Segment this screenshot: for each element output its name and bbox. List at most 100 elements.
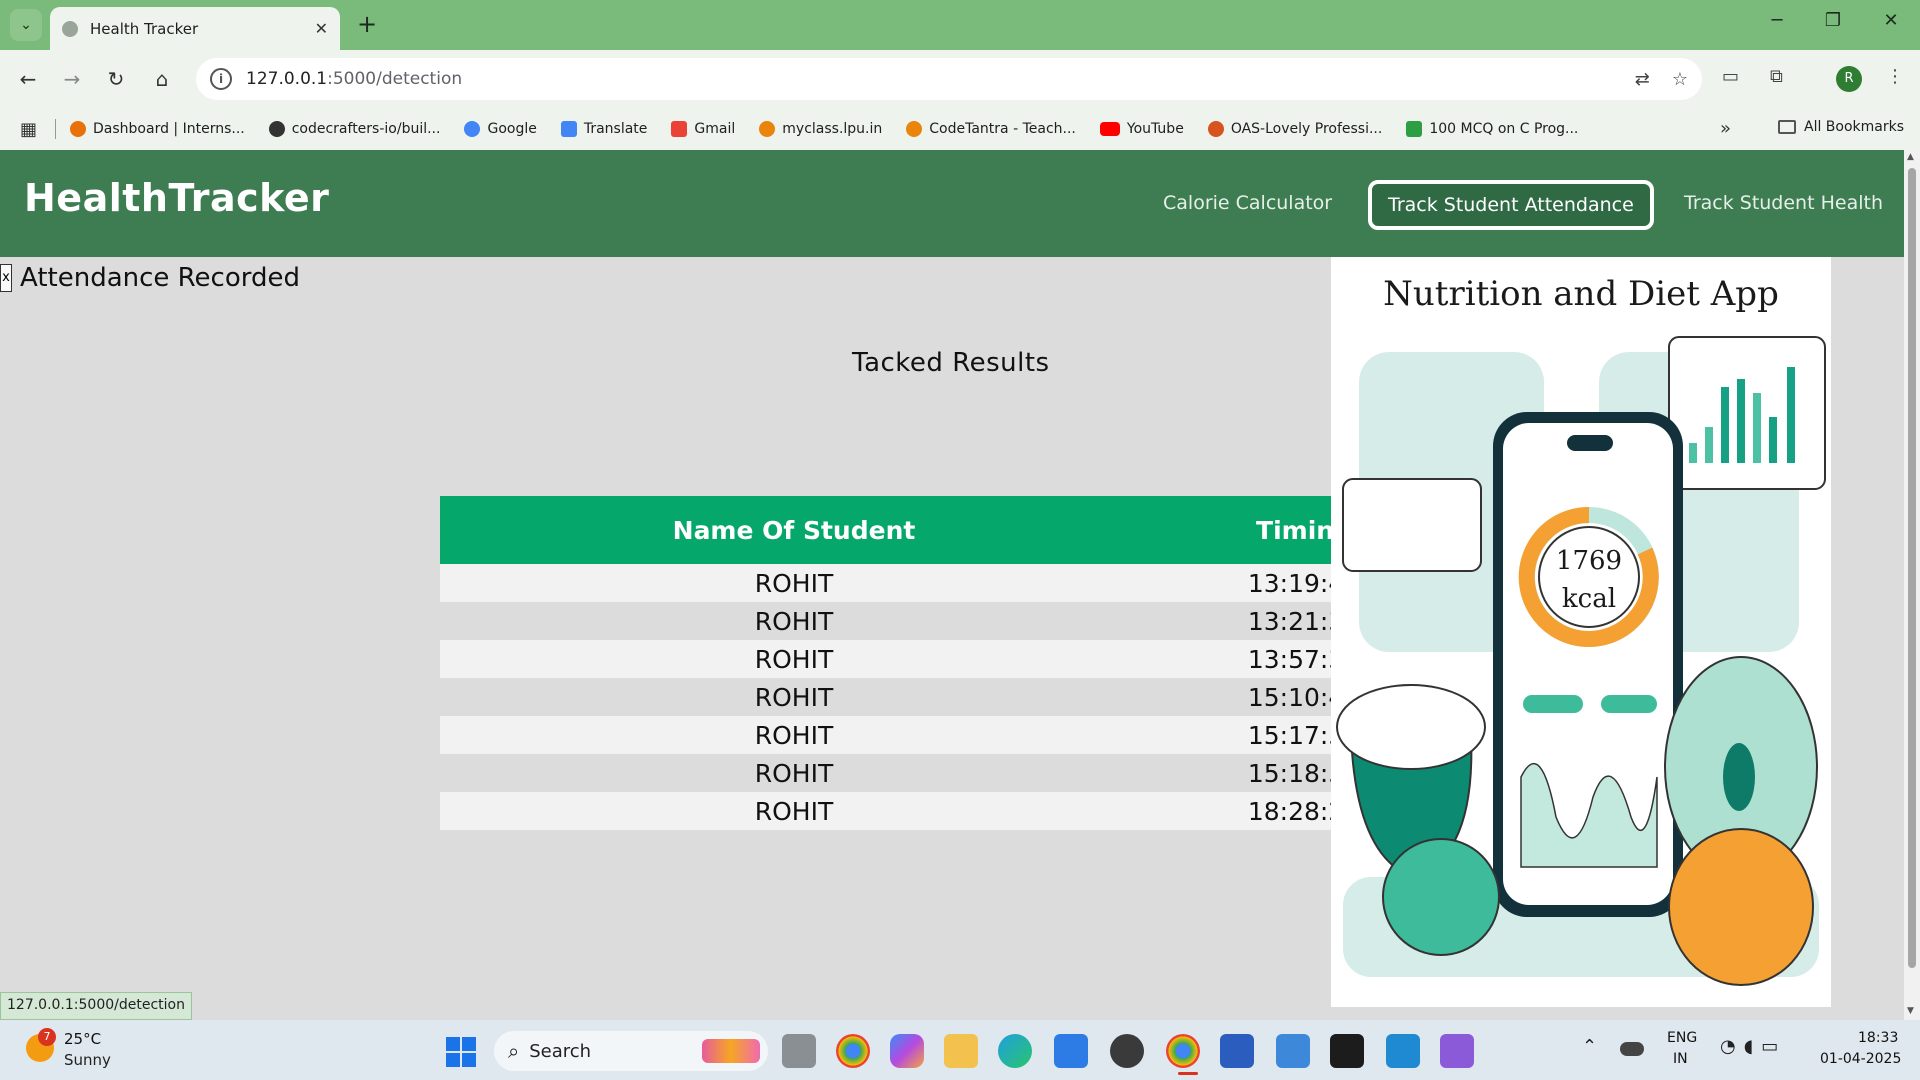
bookmark-label: Google [487, 121, 537, 137]
onedrive-icon[interactable] [1620, 1042, 1644, 1056]
browser-tab[interactable]: Health Tracker ✕ [50, 7, 340, 50]
bookmark-dashboard[interactable]: Dashboard | Interns... [70, 121, 245, 137]
scroll-down-icon[interactable]: ▼ [1907, 1006, 1914, 1016]
nav-track-student-health[interactable]: Track Student Health [1684, 192, 1883, 214]
bookmark-label: 100 MCQ on C Prog... [1429, 121, 1579, 137]
ms-store-icon[interactable] [1054, 1034, 1088, 1068]
attendance-alert: x Attendance Recorded [0, 263, 300, 293]
language-region[interactable]: IN [1673, 1051, 1688, 1067]
info-card [1342, 478, 1482, 572]
file-explorer-icon[interactable] [944, 1034, 978, 1068]
tab-title: Health Tracker [90, 19, 199, 38]
word-icon[interactable] [1220, 1034, 1254, 1068]
folder-icon [1778, 120, 1796, 134]
tab-close-icon[interactable]: ✕ [315, 19, 328, 38]
page-scrollbar[interactable]: ▲ ▼ [1904, 150, 1920, 1020]
alert-close-button[interactable]: x [0, 264, 12, 292]
edge-icon[interactable] [998, 1034, 1032, 1068]
bookmark-myclass[interactable]: myclass.lpu.in [759, 121, 882, 137]
scroll-up-icon[interactable]: ▲ [1907, 152, 1914, 162]
vscode-icon[interactable] [1386, 1034, 1420, 1068]
clock-time[interactable]: 18:33 [1858, 1030, 1898, 1046]
app-header: HealthTracker Calorie Calculator Track S… [0, 150, 1904, 257]
table-row: ROHIT 15:18:50 [440, 754, 1460, 792]
lemon-icon [1668, 828, 1814, 986]
clock-date[interactable]: 01-04-2025 [1820, 1051, 1901, 1067]
cell-name: ROHIT [440, 640, 1148, 678]
bookmark-label: YouTube [1126, 121, 1184, 137]
cell-name: ROHIT [440, 716, 1148, 754]
cell-name: ROHIT [440, 602, 1148, 640]
page-viewport: HealthTracker Calorie Calculator Track S… [0, 150, 1904, 1020]
chart-bar-icon [1737, 379, 1745, 463]
youtube-icon [1099, 122, 1120, 136]
weather-badge: 7 [38, 1028, 56, 1046]
wifi-volume-battery-icon[interactable]: ◔◖▭ [1720, 1036, 1786, 1057]
tab-favicon-icon [62, 20, 78, 37]
cell-name: ROHIT [440, 564, 1148, 602]
profile-avatar[interactable]: R [1836, 66, 1862, 92]
visual-studio-icon[interactable] [1440, 1034, 1474, 1068]
hidden-icons-chevron-icon[interactable]: ⌃ [1582, 1036, 1597, 1057]
notepad-icon[interactable] [1276, 1034, 1310, 1068]
codetantra-icon [906, 121, 923, 137]
cast-icon[interactable]: ▭ [1722, 66, 1739, 87]
language-code[interactable]: ENG [1667, 1030, 1697, 1046]
bookmark-codecrafters[interactable]: codecrafters-io/buil... [268, 121, 441, 137]
start-windows-icon[interactable] [446, 1037, 476, 1067]
chart-bar-icon [1705, 427, 1713, 463]
table-row: ROHIT 13:19:48 [440, 564, 1460, 602]
bookmark-gmail[interactable]: Gmail [671, 121, 735, 137]
brand-logo[interactable]: HealthTracker [24, 176, 329, 220]
illustration-title: Nutrition and Diet App [1383, 274, 1779, 314]
minimize-icon[interactable]: ─ [1762, 10, 1792, 31]
bookmark-star-icon[interactable]: ☆ [1672, 69, 1688, 90]
dashboard-favicon-icon [70, 121, 87, 137]
bookmark-label: codecrafters-io/buil... [291, 121, 441, 137]
bookmark-google[interactable]: Google [464, 121, 537, 137]
taskbar-search-label: Search [529, 1040, 592, 1062]
apps-grid-icon[interactable]: ▦ [20, 119, 37, 140]
address-bar[interactable]: i 127.0.0.1:5000/detection ⇄ ☆ [196, 58, 1702, 100]
search-highlight-icon [702, 1039, 760, 1063]
pycharm-icon[interactable] [1330, 1034, 1364, 1068]
table-row: ROHIT 13:21:31 [440, 602, 1460, 640]
copilot-icon[interactable] [890, 1034, 924, 1068]
chart-bar-icon [1689, 443, 1697, 463]
reload-icon[interactable]: ↻ [100, 63, 132, 95]
new-tab-button[interactable]: + [352, 10, 382, 40]
weather-temperature[interactable]: 25°C [64, 1030, 101, 1048]
translate-icon [560, 121, 577, 137]
menu-kebab-icon[interactable]: ⋮ [1886, 66, 1904, 87]
bookmark-translate[interactable]: Translate [560, 121, 647, 137]
nav-track-student-attendance[interactable]: Track Student Attendance [1368, 180, 1654, 230]
bookmark-codetantra[interactable]: CodeTantra - Teach... [906, 121, 1076, 137]
bar-chart-card [1668, 336, 1826, 490]
nav-calorie-calculator[interactable]: Calorie Calculator [1163, 192, 1332, 214]
chrome-active-icon[interactable] [1166, 1034, 1200, 1068]
bookmark-oas[interactable]: OAS-Lovely Professi... [1207, 121, 1382, 137]
back-icon[interactable]: ← [12, 63, 44, 95]
tab-search-button[interactable]: ⌄ [10, 9, 42, 41]
bookmark-mcq[interactable]: 100 MCQ on C Prog... [1406, 121, 1578, 137]
forward-icon[interactable]: → [56, 63, 88, 95]
dell-icon[interactable] [1110, 1034, 1144, 1068]
task-view-icon[interactable] [782, 1034, 816, 1068]
bookmark-youtube[interactable]: YouTube [1099, 121, 1184, 137]
taskbar-search[interactable]: ⌕ Search [494, 1031, 768, 1071]
url-text[interactable]: 127.0.0.1:5000/detection [246, 69, 1613, 89]
github-icon [268, 121, 285, 137]
chrome-icon[interactable] [836, 1034, 870, 1068]
rice-icon [1336, 684, 1486, 770]
search-icon: ⌕ [508, 1039, 520, 1063]
restore-icon[interactable]: ❐ [1818, 10, 1848, 31]
all-bookmarks-button[interactable]: All Bookmarks [1778, 119, 1904, 135]
window-close-icon[interactable]: ✕ [1876, 10, 1906, 31]
site-info-icon[interactable]: i [210, 68, 232, 90]
scroll-thumb[interactable] [1908, 168, 1916, 968]
extensions-icon[interactable]: ⧉ [1770, 66, 1783, 87]
home-icon[interactable]: ⌂ [146, 63, 178, 95]
weather-condition[interactable]: Sunny [64, 1051, 111, 1069]
translate-page-icon[interactable]: ⇄ [1635, 69, 1650, 90]
bookmarks-overflow-icon[interactable]: » [1720, 118, 1731, 139]
